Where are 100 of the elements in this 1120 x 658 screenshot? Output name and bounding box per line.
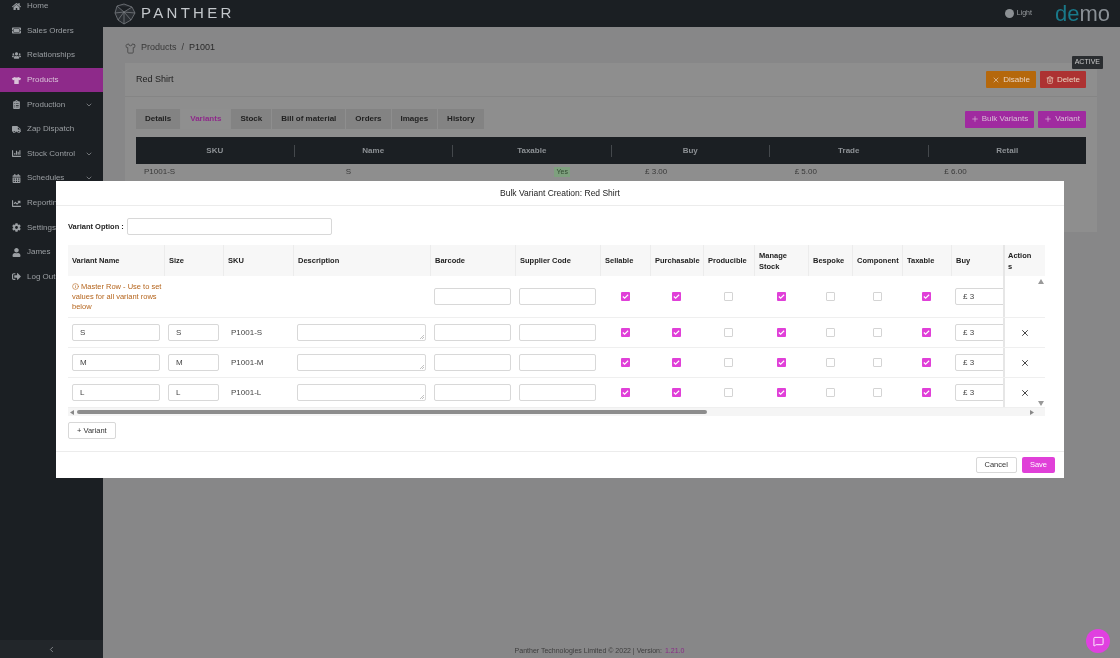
checkbox[interactable] xyxy=(872,328,882,337)
input-field[interactable]: M xyxy=(168,354,219,371)
checkbox[interactable] xyxy=(724,292,733,301)
checkbox[interactable] xyxy=(776,388,786,397)
scroll-down-icon[interactable] xyxy=(1038,401,1044,406)
calendar-icon xyxy=(12,173,21,183)
tab[interactable]: Stock xyxy=(231,109,273,129)
table-cell: S xyxy=(345,167,351,176)
sku-text: P1001-S xyxy=(231,326,263,339)
input-field[interactable]: £ 3 xyxy=(955,384,1003,401)
resize-grip-icon[interactable] xyxy=(419,334,424,339)
checkbox[interactable] xyxy=(724,358,733,367)
checkbox[interactable] xyxy=(672,328,681,337)
description-field[interactable] xyxy=(297,384,426,401)
description-field[interactable] xyxy=(297,354,426,371)
input-field[interactable] xyxy=(434,324,511,341)
input-field[interactable]: £ 3 xyxy=(955,354,1003,371)
input-field[interactable]: S xyxy=(72,324,160,341)
checkbox[interactable] xyxy=(872,292,882,301)
sidebar-item[interactable]: Zap Dispatch xyxy=(0,116,103,142)
checkbox[interactable] xyxy=(672,358,681,367)
input-field[interactable] xyxy=(434,288,511,305)
input-field[interactable] xyxy=(519,324,596,341)
column-header: Taxable xyxy=(517,144,547,157)
checkbox[interactable] xyxy=(922,328,931,337)
resize-grip-icon[interactable] xyxy=(419,364,424,369)
tab[interactable]: Images xyxy=(391,109,439,129)
settings-icon xyxy=(12,223,21,233)
sidebar-item[interactable]: Sales Orders xyxy=(0,18,103,44)
checkbox[interactable] xyxy=(776,358,786,367)
remove-row-icon[interactable] xyxy=(1020,387,1030,398)
input-field[interactable] xyxy=(519,288,596,305)
people-icon xyxy=(12,51,21,60)
column-header: Name xyxy=(362,144,385,157)
breadcrumb-separator: / xyxy=(181,41,185,55)
sidebar-item[interactable]: Products xyxy=(0,67,103,93)
tab[interactable]: Details xyxy=(136,109,182,129)
checkbox[interactable] xyxy=(776,328,786,337)
checkbox[interactable] xyxy=(776,292,786,301)
column-header: Trade xyxy=(838,144,860,157)
checkbox[interactable] xyxy=(922,292,931,301)
checkbox[interactable] xyxy=(620,388,630,397)
input-field[interactable]: L xyxy=(72,384,160,401)
checkbox[interactable] xyxy=(872,388,882,397)
checkbox[interactable] xyxy=(922,388,931,397)
tab[interactable]: Bill of material xyxy=(272,109,347,129)
breadcrumb-link[interactable]: Products xyxy=(141,41,177,55)
scroll-right-icon[interactable] xyxy=(1030,409,1034,415)
input-field[interactable]: £ 3 xyxy=(955,324,1003,341)
checkbox[interactable] xyxy=(825,328,835,337)
chat-button[interactable] xyxy=(1086,629,1110,653)
tab[interactable]: Orders xyxy=(346,109,392,129)
bulk-variants-button[interactable]: Bulk Variants xyxy=(964,110,1035,128)
description-field[interactable] xyxy=(297,324,426,341)
checkbox[interactable] xyxy=(620,292,630,301)
sidebar-item[interactable]: Relationships xyxy=(0,43,103,68)
checkbox[interactable] xyxy=(872,358,882,367)
shirt-icon xyxy=(125,42,136,54)
user-icon xyxy=(12,247,21,257)
home-icon xyxy=(12,1,21,11)
checkbox[interactable] xyxy=(825,388,835,397)
sidebar-item[interactable]: Stock Control xyxy=(0,141,103,167)
checkbox[interactable] xyxy=(825,358,835,367)
scroll-up-icon[interactable] xyxy=(1038,279,1044,284)
input-field[interactable] xyxy=(434,354,511,371)
sidebar-item[interactable]: Home xyxy=(0,0,103,19)
variant-option-field[interactable] xyxy=(127,218,332,235)
sidebar-item[interactable]: Production xyxy=(0,92,103,117)
table-cell: £ 5.00 xyxy=(794,167,817,176)
input-field[interactable] xyxy=(519,384,596,401)
horizontal-scrollbar[interactable] xyxy=(68,408,1045,416)
checkbox[interactable] xyxy=(672,388,681,397)
column-header: Buy xyxy=(682,144,698,157)
input-field[interactable]: £ 3 xyxy=(955,288,1003,305)
resize-grip-icon[interactable] xyxy=(419,394,424,399)
scroll-left-icon[interactable] xyxy=(70,409,74,415)
remove-row-icon[interactable] xyxy=(1020,357,1030,368)
input-field[interactable]: M xyxy=(72,354,160,371)
checkbox[interactable] xyxy=(724,328,733,337)
logout-icon xyxy=(12,272,21,282)
checkbox[interactable] xyxy=(620,328,630,337)
checkbox[interactable] xyxy=(724,388,733,397)
checkbox[interactable] xyxy=(620,358,630,367)
truck-icon xyxy=(12,124,21,134)
add-variant-button[interactable]: Variant xyxy=(1038,110,1086,128)
input-field[interactable]: L xyxy=(168,384,219,401)
input-field[interactable]: S xyxy=(168,324,219,341)
input-field[interactable] xyxy=(519,354,596,371)
column-header: SKU xyxy=(206,144,224,157)
delete-button[interactable]: Delete xyxy=(1039,71,1086,88)
sidebar-item[interactable]: Schedules xyxy=(0,166,103,191)
checkbox[interactable] xyxy=(922,358,931,367)
tab[interactable]: History xyxy=(438,109,485,129)
checkbox[interactable] xyxy=(825,292,835,301)
remove-row-icon[interactable] xyxy=(1020,327,1030,338)
input-field[interactable] xyxy=(434,384,511,401)
checkbox[interactable] xyxy=(672,292,681,301)
column-header: Retail xyxy=(996,144,1019,157)
dialog-title: Bulk Variant Creation: Red Shirt xyxy=(500,186,620,200)
chevron-left-icon[interactable] xyxy=(47,644,56,654)
